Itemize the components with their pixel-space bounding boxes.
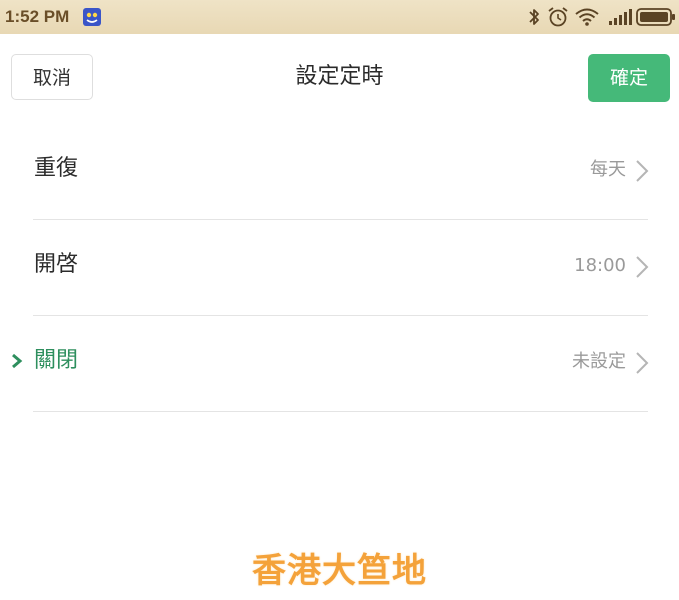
status-time: 1:52 PM (5, 7, 70, 26)
watermark: 香港大笪地 (252, 551, 427, 591)
row-label: 重復 (34, 156, 79, 181)
chevron-right-icon (636, 352, 649, 374)
divider (33, 411, 648, 412)
row-on-time[interactable]: 開啓 18:00 (0, 220, 679, 316)
signal-icon (609, 9, 632, 25)
wifi-icon (575, 8, 599, 26)
row-label: 關閉 (34, 348, 79, 373)
battery-icon (636, 8, 675, 26)
row-label: 開啓 (34, 252, 79, 277)
cancel-button[interactable]: 取消 (11, 54, 93, 100)
row-value: 未設定 (572, 351, 626, 372)
alarm-clock-icon (548, 7, 568, 27)
row-value: 每天 (590, 159, 626, 180)
row-repeat[interactable]: 重復 每天 (0, 124, 679, 220)
row-off-time[interactable]: 關閉 未設定 (0, 316, 679, 412)
status-bar: 1:52 PM (0, 0, 679, 34)
app-notification-icon (83, 8, 101, 26)
confirm-button[interactable]: 確定 (588, 54, 670, 102)
header: 取消 設定定時 確定 (0, 34, 679, 124)
selection-chevron-icon (12, 353, 23, 369)
bluetooth-icon (529, 9, 539, 25)
row-value: 18:00 (574, 255, 626, 276)
chevron-right-icon (636, 160, 649, 182)
page-title: 設定定時 (295, 64, 384, 89)
chevron-right-icon (636, 256, 649, 278)
settings-list: 重復 每天 開啓 18:00 關閉 未設定 (0, 124, 679, 412)
